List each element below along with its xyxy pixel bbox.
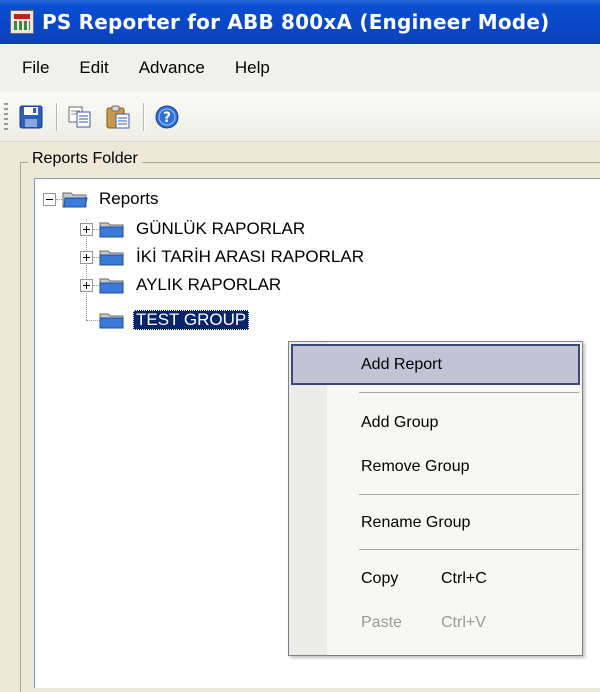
menu-separator bbox=[359, 494, 579, 495]
folder-icon bbox=[99, 250, 124, 266]
toolbar-grip-icon[interactable] bbox=[4, 102, 8, 131]
title-bar[interactable]: PS Reporter for ABB 800xA (Engineer Mode… bbox=[0, 0, 600, 44]
tree-node-gunluk-raporlar[interactable]: GÜNLÜK RAPORLAR bbox=[80, 215, 308, 243]
add-group-menu-item[interactable]: Add Group bbox=[291, 402, 580, 443]
tree-node-label: Reports bbox=[99, 189, 159, 208]
add-report-menu-item[interactable]: Add Report bbox=[291, 344, 580, 385]
folder-open-icon bbox=[62, 192, 88, 208]
menu-item-label: Remove Group bbox=[361, 457, 470, 475]
menu-edit[interactable]: Edit bbox=[69, 54, 124, 82]
paste-icon bbox=[106, 105, 130, 128]
menu-item-label: Copy bbox=[361, 569, 399, 587]
copy-icon bbox=[68, 106, 91, 127]
paste-menu-item[interactable]: Paste Ctrl+V bbox=[291, 602, 580, 643]
toolbar: ? bbox=[0, 92, 600, 142]
tree-node-test-group[interactable]: TEST GROUP bbox=[99, 306, 250, 334]
tree-node-label: GÜNLÜK RAPORLAR bbox=[136, 219, 306, 238]
copy-button[interactable] bbox=[65, 102, 95, 132]
menu-item-shortcut: Ctrl+V bbox=[441, 613, 486, 631]
remove-group-menu-item[interactable]: Remove Group bbox=[291, 446, 580, 487]
tree-node-label: AYLIK RAPORLAR bbox=[136, 275, 282, 294]
collapse-icon[interactable] bbox=[43, 192, 56, 206]
save-icon bbox=[19, 105, 43, 128]
toolbar-separator bbox=[56, 102, 57, 131]
menu-help[interactable]: Help bbox=[225, 54, 286, 82]
tree-node-iki-tarih-arasi-raporlar[interactable]: İKİ TARİH ARASI RAPORLAR bbox=[80, 243, 367, 271]
tree-node-label: İKİ TARİH ARASI RAPORLAR bbox=[136, 247, 364, 266]
menu-item-label: Add Report bbox=[361, 355, 442, 373]
rename-group-menu-item[interactable]: Rename Group bbox=[291, 502, 580, 543]
folder-icon bbox=[99, 222, 124, 238]
window-title: PS Reporter for ABB 800xA (Engineer Mode… bbox=[42, 10, 550, 34]
save-button[interactable] bbox=[16, 102, 46, 132]
menu-item-label: Paste bbox=[361, 613, 402, 631]
menu-separator bbox=[359, 549, 579, 550]
toolbar-separator bbox=[143, 102, 144, 131]
help-icon: ? bbox=[155, 105, 179, 128]
tree-node-label-selected: TEST GROUP bbox=[133, 310, 250, 330]
copy-menu-item[interactable]: Copy Ctrl+C bbox=[291, 558, 580, 599]
menu-advance[interactable]: Advance bbox=[129, 54, 221, 82]
menu-item-shortcut: Ctrl+C bbox=[441, 569, 487, 587]
folder-icon bbox=[99, 313, 124, 329]
expand-icon[interactable] bbox=[80, 222, 93, 236]
folder-icon bbox=[99, 278, 124, 294]
tree-node-reports[interactable]: Reports bbox=[43, 185, 162, 213]
svg-text:?: ? bbox=[163, 110, 171, 126]
tree-node-aylik-raporlar[interactable]: AYLIK RAPORLAR bbox=[80, 271, 284, 299]
paste-button[interactable] bbox=[103, 102, 133, 132]
expand-icon[interactable] bbox=[80, 278, 93, 292]
menu-file[interactable]: File bbox=[12, 54, 65, 82]
app-icon bbox=[10, 10, 34, 34]
menu-item-label: Add Group bbox=[361, 413, 439, 431]
menu-bar: File Edit Advance Help bbox=[0, 44, 600, 92]
expand-icon[interactable] bbox=[80, 250, 93, 264]
context-menu: Add Report Add Group Remove Group Rename… bbox=[288, 341, 583, 656]
reports-folder-label: Reports Folder bbox=[28, 150, 142, 168]
menu-separator bbox=[359, 392, 579, 393]
menu-item-label: Rename Group bbox=[361, 513, 471, 531]
help-button[interactable]: ? bbox=[152, 102, 182, 132]
